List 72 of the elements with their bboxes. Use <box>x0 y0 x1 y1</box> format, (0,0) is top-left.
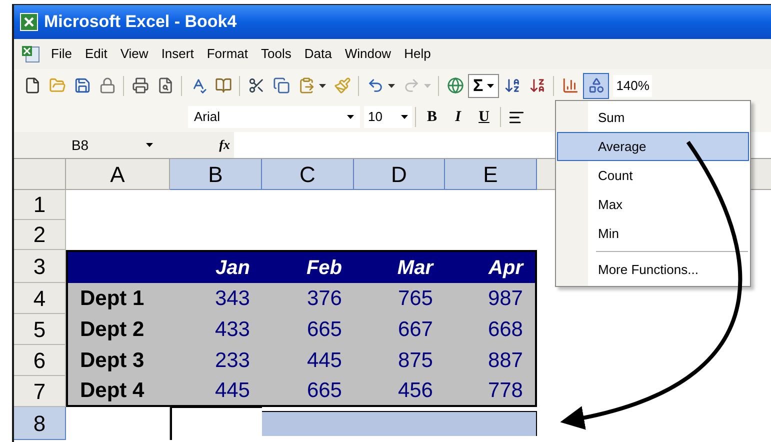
menu-item[interactable]: Insert <box>155 42 200 66</box>
italic-button[interactable]: I <box>445 105 471 129</box>
menu-item[interactable]: Count <box>557 161 749 190</box>
window-title: Microsoft Excel - Book4 <box>44 11 237 34</box>
month-heading: Apr <box>487 256 525 280</box>
menu-item[interactable]: Format <box>200 42 254 66</box>
font-size-field[interactable]: 10 <box>364 106 412 128</box>
table-cell-text: 433 <box>214 316 251 343</box>
table-cell-text: 376 <box>306 286 343 312</box>
menu-item[interactable]: More Functions... <box>557 255 749 284</box>
table-cell-text: 445 <box>214 378 251 404</box>
table-cell-text: 987 <box>486 286 524 312</box>
caret-icon[interactable] <box>388 84 398 88</box>
month-heading: Mar <box>396 256 435 280</box>
row-header[interactable]: 1 <box>14 190 66 220</box>
table-cell-text: 875 <box>396 348 434 374</box>
table-cell-text: 887 <box>486 348 524 374</box>
department-label: Dept 2 <box>79 316 146 343</box>
spreadsheet-logo-icon <box>20 13 38 31</box>
menu-item[interactable]: Window <box>338 42 398 66</box>
caret-icon <box>487 84 494 88</box>
menu-item[interactable]: Min <box>557 219 749 248</box>
selected-cell[interactable] <box>170 407 262 440</box>
row-header[interactable]: 6 <box>14 345 66 376</box>
table-cell-text: 668 <box>486 316 524 343</box>
table-cell-text: 665 <box>306 316 343 343</box>
selected-cell[interactable] <box>445 411 537 436</box>
menu-item[interactable]: View <box>114 42 154 66</box>
row-header[interactable]: 8 <box>14 407 66 440</box>
column-header[interactable]: B <box>170 159 262 190</box>
month-heading: Feb <box>305 256 343 280</box>
column-header[interactable]: E <box>445 159 537 190</box>
table-cell-text: 667 <box>396 316 434 343</box>
table-cell-text: 778 <box>486 378 524 404</box>
font-field[interactable]: Arial <box>188 106 360 128</box>
menu-item[interactable]: Edit <box>78 42 114 66</box>
menu-item[interactable]: Tools <box>255 42 298 66</box>
table-cell-text: 343 <box>214 286 251 312</box>
column-header[interactable]: A <box>66 159 170 190</box>
table-cell-text: 665 <box>306 378 343 404</box>
table-cell-text: 233 <box>214 348 251 374</box>
row-header[interactable]: 4 <box>14 283 66 314</box>
zoom-field[interactable]: 140% <box>613 74 652 96</box>
menu-item[interactable]: Average <box>557 132 749 161</box>
menu-item[interactable]: File <box>45 42 78 66</box>
month-heading: Jan <box>214 256 251 280</box>
shapes-icon[interactable] <box>583 72 610 98</box>
caret-icon <box>347 115 354 119</box>
menu-item[interactable]: Data <box>298 42 338 66</box>
function-button[interactable]: fx <box>219 135 230 155</box>
selected-cell[interactable] <box>262 411 354 436</box>
table-cell-text: 765 <box>396 286 434 312</box>
row-header[interactable]: 7 <box>14 376 66 407</box>
table-cell-text: 456 <box>396 378 434 404</box>
row-header[interactable]: 5 <box>14 314 66 345</box>
department-label: Dept 3 <box>79 348 146 374</box>
caret-icon <box>401 115 408 119</box>
caret-icon[interactable] <box>319 84 329 88</box>
bold-button[interactable]: B <box>419 105 445 129</box>
department-label: Dept 4 <box>79 378 146 404</box>
row-header[interactable]: 3 <box>14 250 66 283</box>
column-header[interactable]: C <box>262 159 354 190</box>
autosum-button[interactable]: Σ <box>468 74 500 98</box>
department-label: Dept 1 <box>79 286 146 312</box>
underline-button[interactable]: U <box>471 105 497 129</box>
column-header[interactable]: D <box>354 159 445 190</box>
menu-item[interactable]: Max <box>557 190 749 219</box>
menu-item[interactable]: Sum <box>557 103 749 132</box>
menu-item[interactable]: Help <box>398 42 437 66</box>
row-header[interactable]: 2 <box>14 220 66 250</box>
table-cell-text: 445 <box>306 348 343 374</box>
caret-icon[interactable] <box>146 143 156 147</box>
